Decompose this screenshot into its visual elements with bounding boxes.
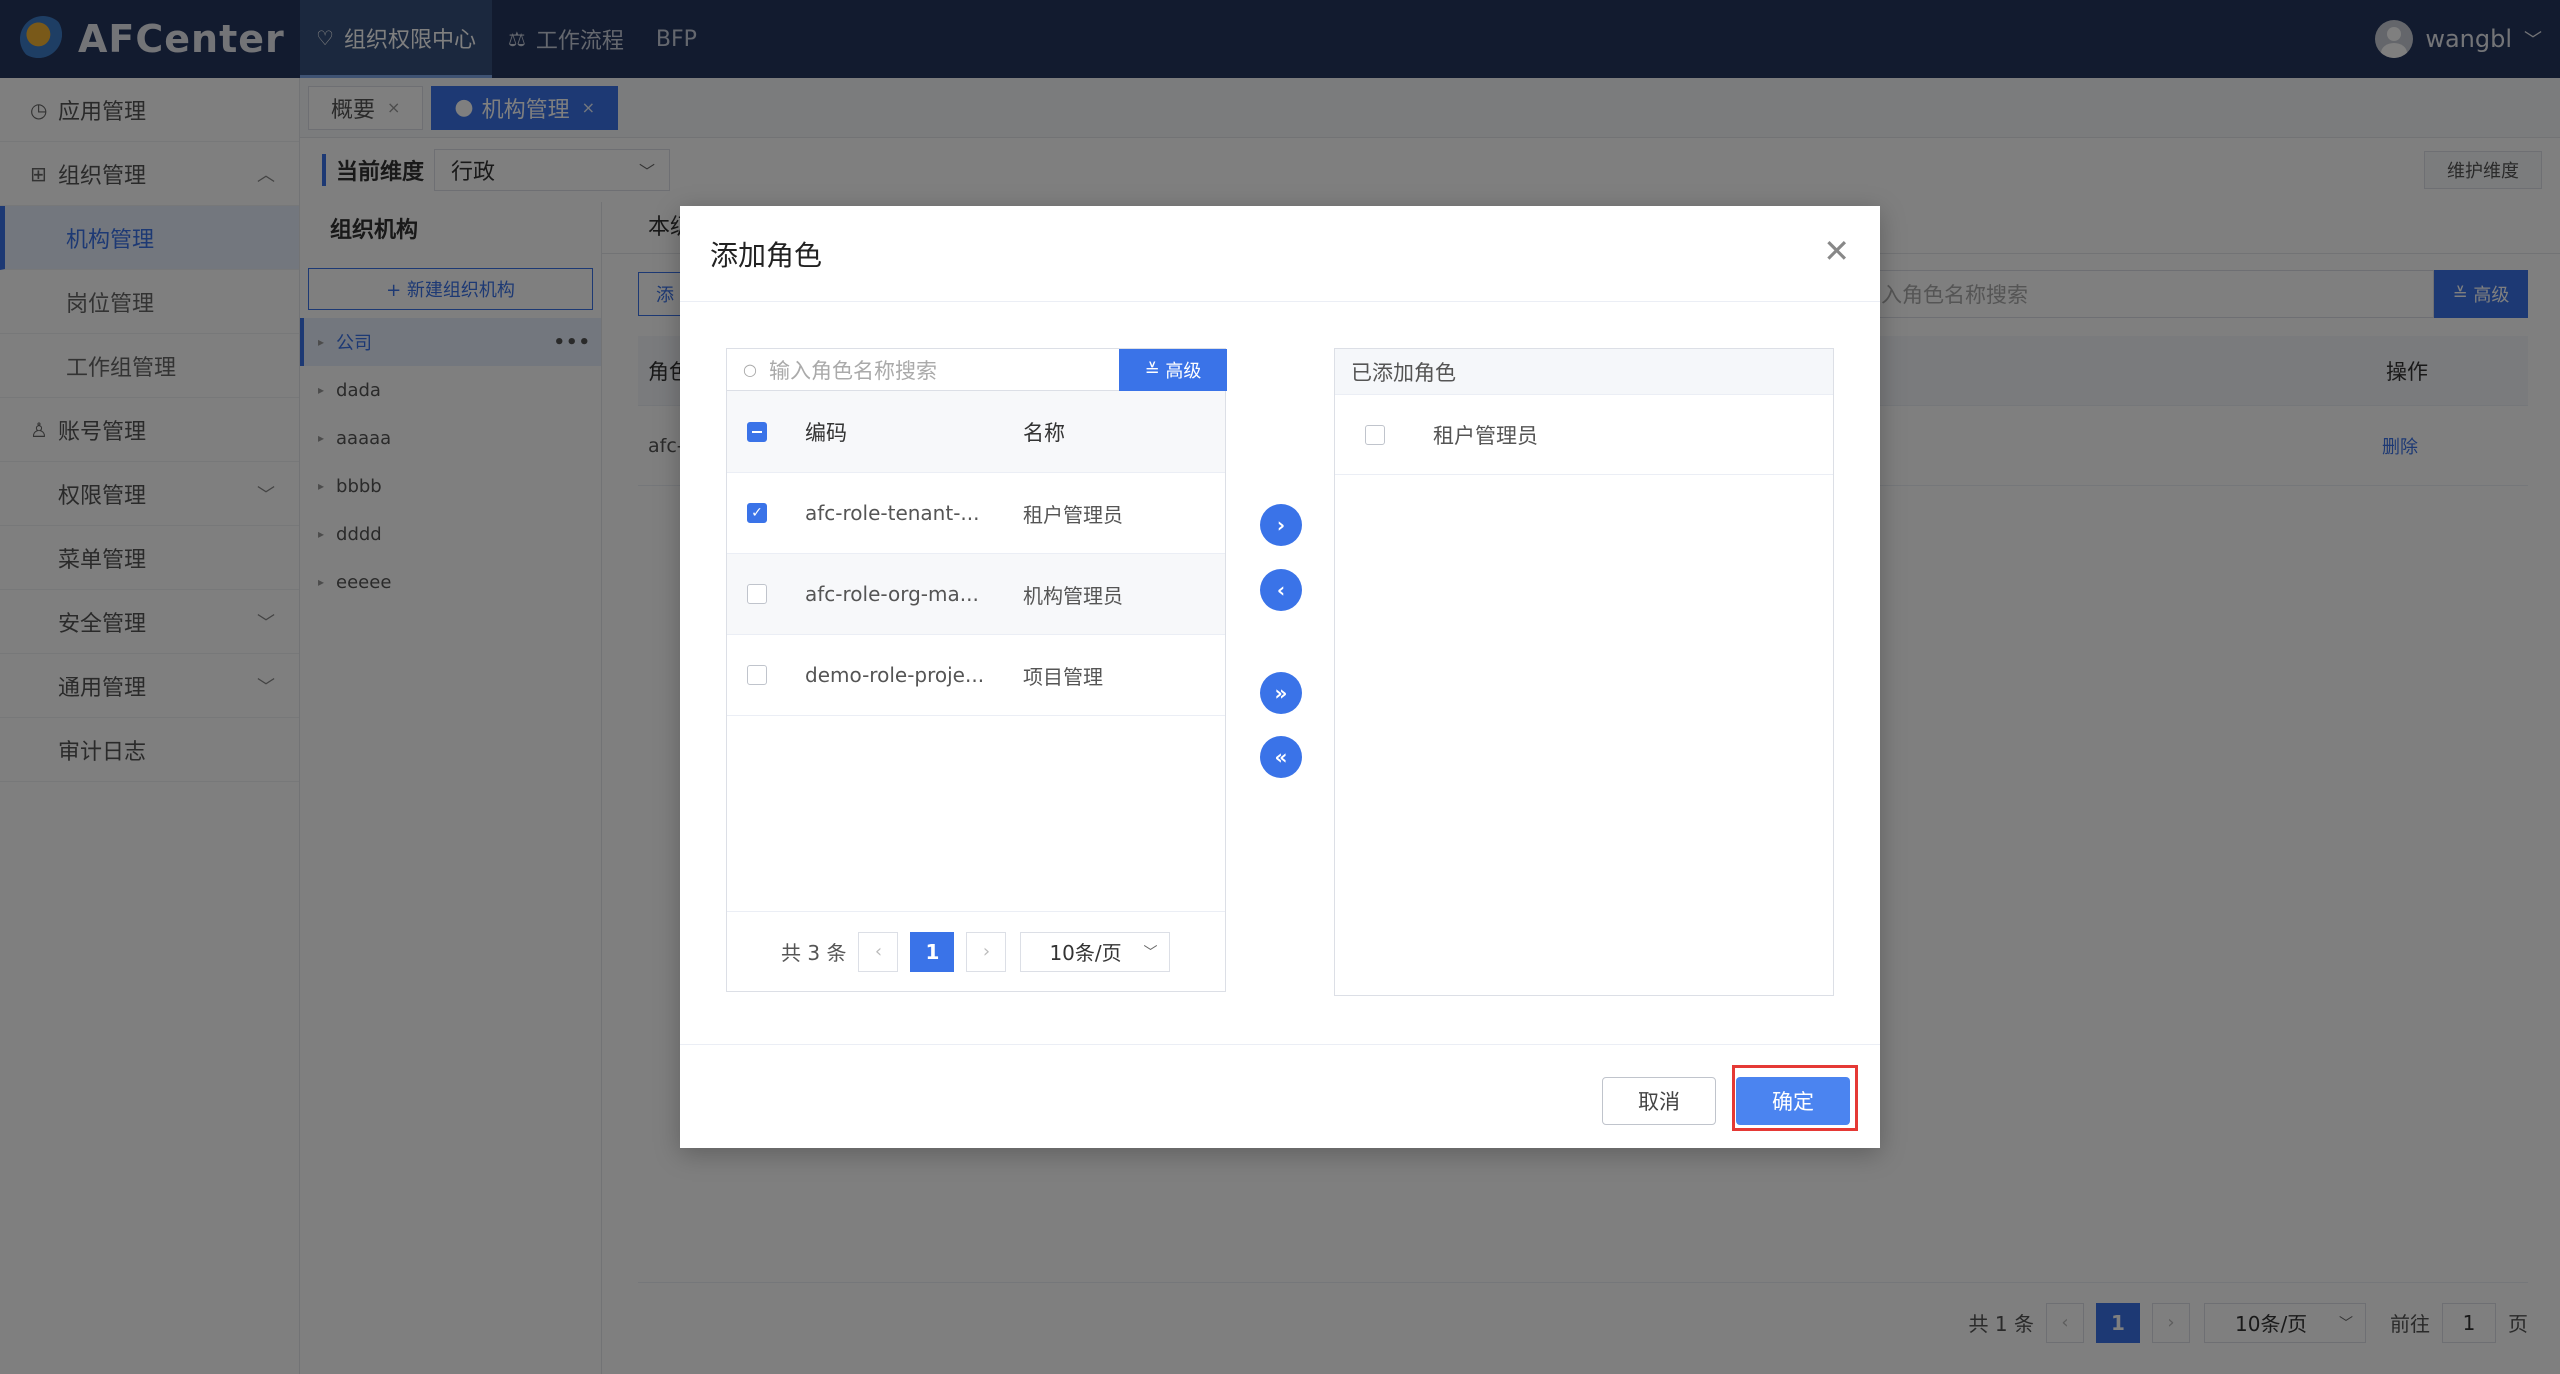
role-search-input[interactable]: ○ 输入角色名称搜索: [727, 349, 1119, 391]
chevron-left-icon: ‹: [1276, 578, 1286, 602]
search-icon: ○: [743, 360, 757, 379]
available-roles-panel: ○ 输入角色名称搜索 ≚ 高级 编码 名称 ✓ afc-role-tenant-…: [726, 348, 1227, 992]
chevron-right-icon: ›: [1276, 513, 1286, 537]
move-all-left-button[interactable]: «: [1260, 736, 1302, 778]
move-right-button[interactable]: ›: [1260, 504, 1302, 546]
double-chevron-down-icon: ≚: [1144, 359, 1166, 381]
move-all-right-button[interactable]: »: [1260, 672, 1302, 714]
row-checkbox[interactable]: ✓: [747, 503, 767, 523]
row-checkbox[interactable]: [747, 584, 767, 604]
chevron-down-icon: ﹀: [1143, 944, 1158, 961]
close-icon[interactable]: ✕: [1823, 232, 1850, 270]
table-row[interactable]: afc-role-org-ma... 机构管理员: [727, 554, 1225, 635]
added-roles-header: 已添加角色: [1335, 349, 1833, 395]
row-checkbox[interactable]: [1365, 424, 1385, 445]
added-roles-panel: 已添加角色 租户管理员: [1334, 348, 1834, 996]
double-chevron-left-icon: «: [1274, 745, 1288, 769]
dialog-pagination: 共 3 条 ‹ 1 › 10条/页 ﹀: [727, 911, 1225, 991]
dialog-title: 添加角色: [680, 206, 1880, 302]
page-number[interactable]: 1: [910, 931, 955, 972]
next-page-button[interactable]: ›: [966, 931, 1007, 972]
cancel-button[interactable]: 取消: [1602, 1077, 1716, 1125]
table-row[interactable]: demo-role-proje... 项目管理: [727, 635, 1225, 716]
list-item[interactable]: 租户管理员: [1335, 395, 1833, 475]
double-chevron-right-icon: »: [1274, 681, 1288, 705]
available-roles-header: 编码 名称: [727, 391, 1225, 473]
advanced-search-button[interactable]: ≚ 高级: [1119, 349, 1227, 391]
prev-page-button[interactable]: ‹: [858, 931, 899, 972]
move-left-button[interactable]: ‹: [1260, 569, 1302, 611]
dialog-body: ○ 输入角色名称搜索 ≚ 高级 编码 名称 ✓ afc-role-tenant-…: [680, 302, 1880, 1044]
table-row[interactable]: ✓ afc-role-tenant-... 租户管理员: [727, 473, 1225, 554]
add-role-dialog: 添加角色 ✕ ○ 输入角色名称搜索 ≚ 高级 编码 名称 ✓ afc-role-…: [680, 206, 1880, 1148]
page-size-select[interactable]: 10条/页 ﹀: [1020, 931, 1171, 972]
highlight-box: [1732, 1065, 1858, 1131]
row-checkbox[interactable]: [747, 665, 767, 685]
select-all-checkbox[interactable]: [747, 421, 767, 442]
dialog-footer: 取消 确定: [680, 1044, 1880, 1148]
